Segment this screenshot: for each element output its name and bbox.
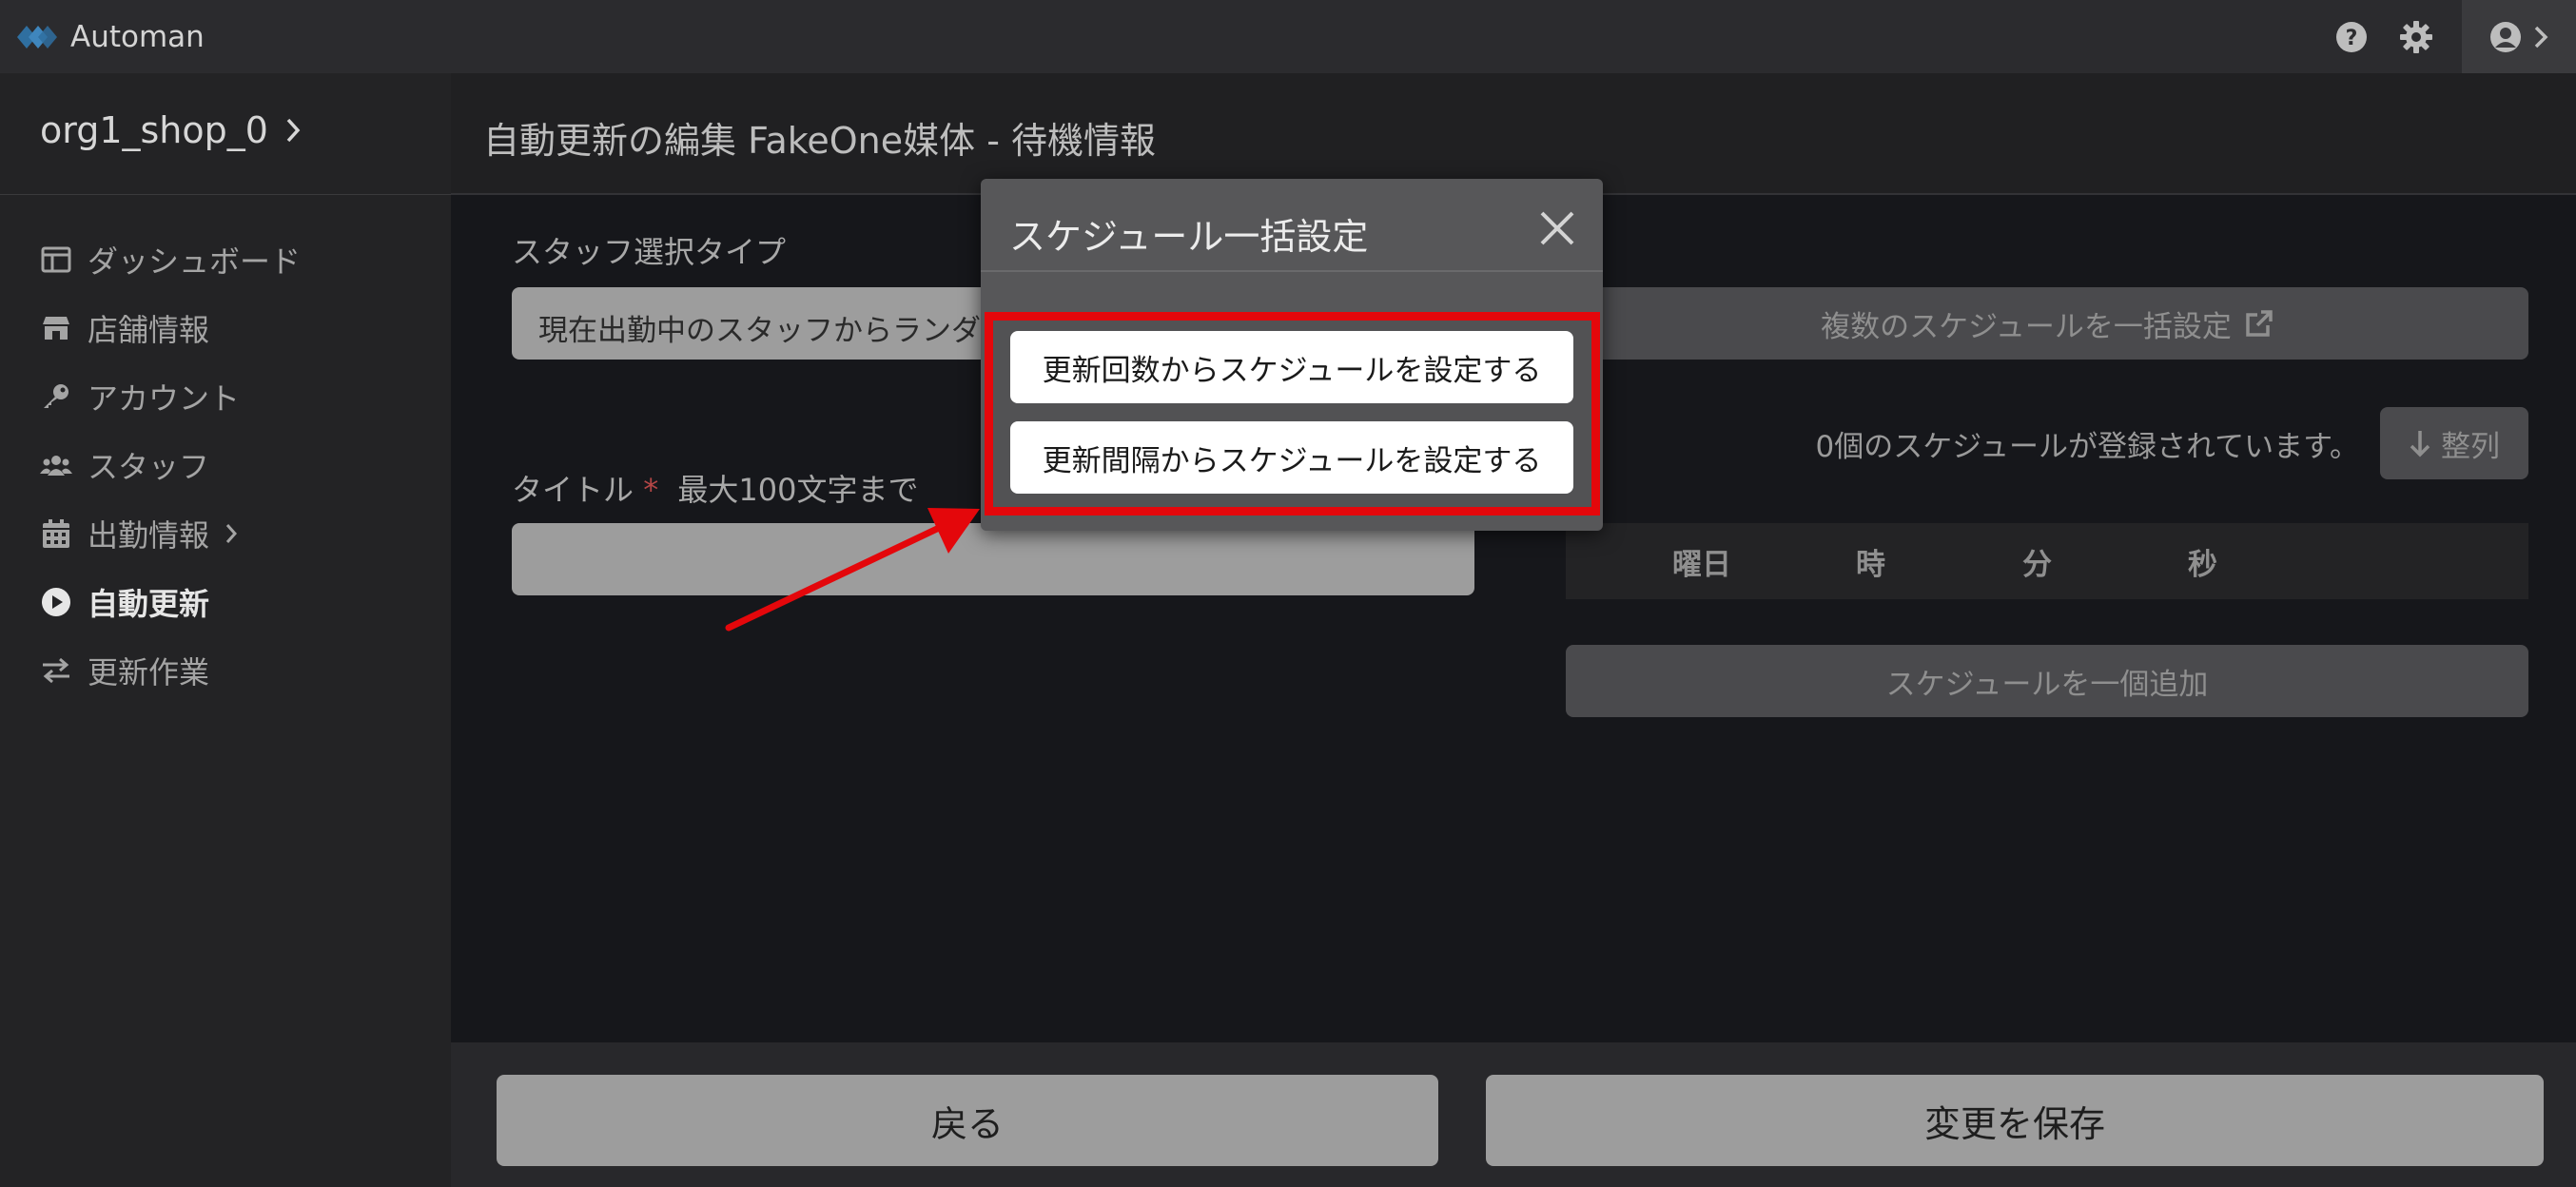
required-mark: * bbox=[643, 472, 659, 508]
sidebar-item-label: 店舗情報 bbox=[88, 312, 210, 348]
sidebar-item-attendance[interactable]: 出勤情報 bbox=[38, 499, 301, 568]
staff-type-label: スタッフ選択タイプ bbox=[512, 234, 787, 270]
swap-arrows-icon bbox=[38, 653, 74, 688]
arrow-down-icon bbox=[2410, 431, 2430, 457]
column-hour: 時 bbox=[1856, 547, 1885, 582]
page-title: 自動更新の編集 FakeOne媒体 - 待機情報 bbox=[483, 120, 1157, 162]
close-icon[interactable] bbox=[1536, 207, 1578, 249]
chevron-right-icon bbox=[286, 118, 301, 143]
external-link-icon bbox=[2246, 310, 2273, 337]
column-minute: 分 bbox=[2022, 547, 2052, 582]
bulk-schedule-label: 複数のスケジュールを一括設定 bbox=[1821, 309, 2232, 344]
users-icon bbox=[38, 448, 74, 482]
sidebar: org1_shop_0 ダッシュボード 店舗情報 アカウント スタッフ 出勤情報… bbox=[0, 73, 451, 1187]
play-circle-icon bbox=[38, 585, 74, 619]
store-icon bbox=[38, 311, 74, 345]
automan-logo-icon bbox=[17, 26, 57, 49]
org-selector[interactable]: org1_shop_0 bbox=[40, 109, 301, 151]
app-name: Automan bbox=[70, 20, 205, 54]
help-icon[interactable]: ? bbox=[2332, 18, 2371, 56]
footer-bar: 戻る 変更を保存 bbox=[451, 1042, 2576, 1187]
sidebar-item-staff[interactable]: スタッフ bbox=[38, 431, 301, 499]
sidebar-item-store-info[interactable]: 店舗情報 bbox=[38, 294, 301, 362]
title-label-row: タイトル * 最大100文字まで bbox=[512, 466, 918, 510]
modal-divider bbox=[981, 270, 1603, 272]
schedule-table-header: 曜日 時 分 秒 bbox=[1566, 523, 2528, 599]
column-second: 秒 bbox=[2188, 547, 2217, 582]
sidebar-item-label: ダッシュボード bbox=[88, 243, 302, 280]
key-icon bbox=[38, 379, 74, 414]
set-by-update-interval-button[interactable]: 更新間隔からスケジュールを設定する bbox=[1010, 421, 1573, 494]
modal-title: スケジュール一括設定 bbox=[1009, 216, 1369, 258]
chevron-right-icon bbox=[225, 524, 238, 543]
sort-button-label: 整列 bbox=[2441, 429, 2500, 464]
dashboard-icon bbox=[38, 243, 74, 277]
sidebar-item-account[interactable]: アカウント bbox=[38, 362, 301, 431]
title-label: タイトル bbox=[512, 472, 634, 508]
user-icon bbox=[2490, 21, 2521, 52]
set-by-update-count-button[interactable]: 更新回数からスケジュールを設定する bbox=[1010, 331, 1573, 403]
org-name: org1_shop_0 bbox=[40, 109, 268, 151]
back-button[interactable]: 戻る bbox=[497, 1075, 1438, 1166]
title-input[interactable] bbox=[512, 523, 1474, 595]
gear-icon[interactable] bbox=[2397, 18, 2435, 56]
sidebar-item-update-work[interactable]: 更新作業 bbox=[38, 636, 301, 705]
user-menu[interactable] bbox=[2462, 0, 2576, 73]
save-button[interactable]: 変更を保存 bbox=[1486, 1075, 2544, 1166]
sidebar-item-label: スタッフ bbox=[88, 449, 210, 485]
sidebar-item-label: 更新作業 bbox=[88, 654, 210, 691]
sidebar-divider bbox=[0, 194, 451, 195]
schedule-count-text: 0個のスケジュールが登録されています。 bbox=[1815, 430, 2359, 464]
calendar-icon bbox=[38, 516, 74, 551]
sidebar-item-dashboard[interactable]: ダッシュボード bbox=[38, 225, 301, 294]
sidebar-item-label: 出勤情報 bbox=[88, 517, 210, 554]
add-schedule-button[interactable]: スケジュールを一個追加 bbox=[1566, 645, 2528, 717]
top-bar: Automan ? bbox=[0, 0, 2576, 73]
title-hint: 最大100文字まで bbox=[677, 472, 919, 508]
sidebar-item-label: アカウント bbox=[88, 380, 241, 417]
chevron-right-icon bbox=[2534, 26, 2548, 48]
brand[interactable]: Automan bbox=[15, 17, 205, 57]
sidebar-nav: ダッシュボード 店舗情報 アカウント スタッフ 出勤情報 自動更新 更新作業 bbox=[38, 225, 301, 705]
sort-button[interactable]: 整列 bbox=[2380, 407, 2528, 479]
bulk-schedule-button[interactable]: 複数のスケジュールを一括設定 bbox=[1566, 287, 2528, 360]
column-weekday: 曜日 bbox=[1672, 547, 1731, 582]
sidebar-item-label: 自動更新 bbox=[88, 586, 210, 622]
svg-text:?: ? bbox=[2346, 27, 2358, 50]
page-header: 自動更新の編集 FakeOne媒体 - 待機情報 bbox=[451, 73, 2576, 195]
sidebar-item-auto-update[interactable]: 自動更新 bbox=[38, 568, 301, 636]
